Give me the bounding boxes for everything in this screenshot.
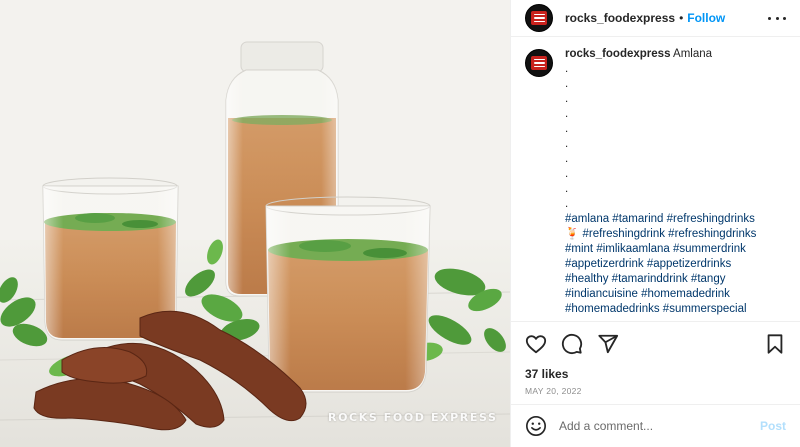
caption-dot: . — [565, 183, 569, 195]
caption-dot: . — [565, 93, 569, 105]
caption-dot: . — [565, 63, 569, 75]
avatar-logo-icon — [531, 56, 547, 70]
caption-dot: . — [565, 198, 569, 210]
post-side-panel: rocks_foodexpress • Follow rocks_foodexp… — [510, 0, 800, 447]
caption-dot: . — [565, 123, 569, 135]
caption-dot: . — [565, 138, 569, 150]
caption-dot: . — [565, 168, 569, 180]
post-comment-button[interactable]: Post — [760, 419, 786, 433]
caption-username[interactable]: rocks_foodexpress — [565, 48, 670, 60]
avatar[interactable] — [525, 4, 553, 32]
separator-dot: • — [679, 11, 684, 25]
smiley-icon[interactable] — [525, 415, 547, 437]
comment-input[interactable] — [559, 419, 760, 433]
caption-dot: . — [565, 78, 569, 90]
paper-plane-icon[interactable] — [597, 333, 619, 355]
caption-avatar[interactable] — [525, 49, 553, 77]
right-glass — [265, 196, 431, 393]
hashtag-line[interactable]: #indiancuisine #homemadedrink — [565, 287, 786, 302]
drink-photo — [0, 0, 510, 447]
hashtags: #amlana #tamarind #refreshingdrinks 🍹 #r… — [565, 212, 786, 317]
caption-area: rocks_foodexpress Amlana . . . . . . . .… — [511, 37, 800, 321]
follow-button[interactable]: Follow — [687, 11, 725, 25]
instagram-post: ROCKS FOOD EXPRESS rocks_foodexpress • F… — [0, 0, 800, 447]
caption-text: rocks_foodexpress Amlana . . . . . . . .… — [565, 47, 786, 321]
hashtag-line[interactable]: #healthy #tamarinddrink #tangy — [565, 272, 786, 287]
more-options-icon[interactable] — [768, 16, 786, 20]
heart-icon[interactable] — [525, 333, 547, 355]
username-link[interactable]: rocks_foodexpress — [565, 11, 675, 25]
bookmark-icon[interactable] — [764, 333, 786, 355]
comment-box: Post — [511, 404, 800, 447]
caption-title: Amlana — [673, 48, 713, 60]
hashtag-line[interactable]: #mint #imlikaamlana #summerdrink — [565, 242, 786, 257]
hashtag-line[interactable]: 🍹 #refreshingdrink #refreshingdrinks — [565, 227, 786, 242]
post-image[interactable]: ROCKS FOOD EXPRESS — [0, 0, 510, 447]
post-date: MAY 20, 2022 — [525, 386, 582, 396]
caption-dot: . — [565, 153, 569, 165]
action-bar — [511, 321, 800, 366]
avatar-logo-icon — [531, 11, 547, 25]
hashtag-line[interactable]: #amlana #tamarind #refreshingdrinks — [565, 212, 786, 227]
post-header: rocks_foodexpress • Follow — [511, 0, 800, 37]
comment-bubble-icon[interactable] — [561, 333, 583, 355]
hashtag-line[interactable]: #appetizerdrink #appetizerdrinks — [565, 257, 786, 272]
hashtag-line[interactable]: #homemadedrinks #summerspecial — [565, 302, 786, 317]
image-watermark: ROCKS FOOD EXPRESS — [328, 411, 498, 424]
caption-dot: . — [565, 108, 569, 120]
like-count[interactable]: 37 likes — [511, 366, 800, 382]
